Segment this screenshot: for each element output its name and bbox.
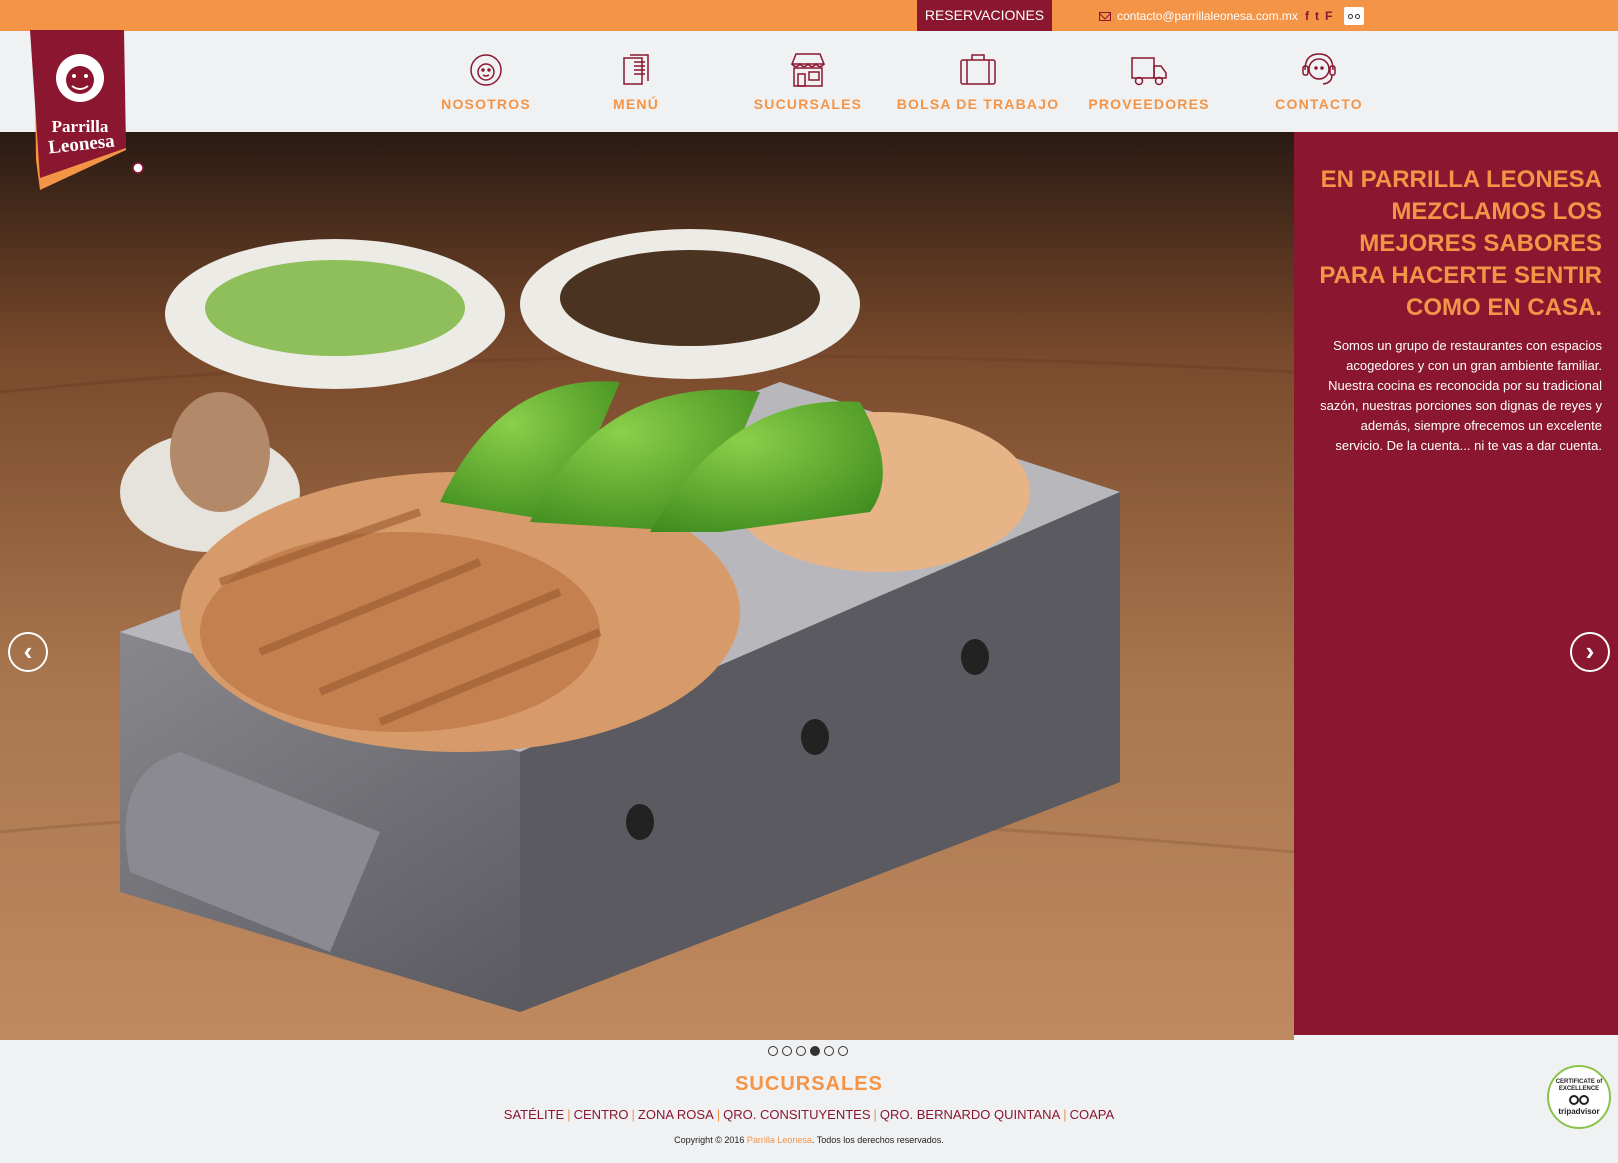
hero-slider: EN PARRILLA LEONESA MEZCLAMOS LOS MEJORE… [0,132,1618,1040]
contact-email-link[interactable]: contacto@parrillaleonesa.com.mx [1099,7,1298,25]
slider-dot[interactable] [768,1046,778,1056]
hero-info-panel: EN PARRILLA LEONESA MEZCLAMOS LOS MEJORE… [1294,132,1618,1035]
slider-dot[interactable] [782,1046,792,1056]
nav-item-sucursales[interactable]: SUCURSALES [743,50,873,120]
branch-link-centro[interactable]: CENTRO [574,1107,629,1122]
parrilla-leonesa-logo[interactable]: Parrilla Leonesa [30,30,148,190]
hero-description: Somos un grupo de restaurantes con espac… [1320,338,1602,453]
branches-list: SATÉLITE | CENTRO | ZONA ROSA | QRO. CONSITUYE… [503,1107,1115,1122]
hero-food-image [0,132,1294,1040]
slider-dot-active[interactable] [810,1046,820,1056]
tripadvisor-certificate-badge[interactable]: CERTIFICATE of EXCELLENCE tripadvisor [1547,1065,1611,1129]
social-links: f t F [1305,7,1365,25]
truck-icon [1131,57,1167,86]
top-bar: RESERVACIONES contacto@parrillaleonesa.c… [0,0,1618,31]
tripadvisor-wordmark: tripadvisor [1558,1106,1600,1116]
copyright-text: Copyright © 2016 Parrilla Leonesa. Todos… [0,1135,1618,1145]
foursquare-icon[interactable]: F [1325,9,1332,23]
contact-email-text[interactable]: contacto@parrillaleonesa.com.mx [1117,9,1298,23]
branch-link-qro-constituyentes[interactable]: QRO. CONSITUYENTES [723,1107,870,1122]
slider-next-button[interactable]: › [1570,632,1610,672]
copyright-suffix: . Todos los derechos reservados. [811,1135,944,1145]
slider-pagination [768,1046,848,1056]
reservations-button[interactable]: RESERVACIONES [917,0,1052,31]
facebook-icon[interactable]: f [1305,9,1309,23]
nav-label: NOSOTROS [441,96,531,112]
slider-prev-button[interactable]: ‹ [8,632,48,672]
branches-title: SUCURSALES [735,1073,883,1095]
lion-icon [470,54,502,86]
tripadvisor-owl-icon [1569,1094,1589,1105]
slider-dot[interactable] [796,1046,806,1056]
nav-label: PROVEEDORES [1088,96,1210,112]
briefcase-icon [960,54,996,85]
tripadvisor-icon[interactable] [1344,7,1365,25]
headset-icon [1302,53,1336,85]
slider-dot[interactable] [824,1046,834,1056]
copyright-prefix: Copyright © 2016 [674,1135,745,1145]
nav-item-bolsa-de-trabajo[interactable]: BOLSA DE TRABAJO [896,50,1060,120]
store-icon [790,53,826,87]
nav-label: CONTACTO [1275,96,1363,112]
nav-label: BOLSA DE TRABAJO [896,96,1060,112]
slider-dot[interactable] [838,1046,848,1056]
nav-item-menu[interactable]: MENÚ [571,50,701,120]
twitter-icon[interactable]: t [1315,9,1319,23]
nav-label: MENÚ [612,96,660,112]
nav-label: SUCURSALES [753,96,863,112]
copyright-brand-link[interactable]: Parrilla Leonesa [747,1135,812,1145]
nav-item-contacto[interactable]: CONTACTO [1254,50,1384,120]
branch-link-zona-rosa[interactable]: ZONA ROSA [638,1107,714,1122]
envelope-icon [1099,11,1111,21]
branch-link-satelite[interactable]: SATÉLITE [504,1107,564,1122]
certificate-text: CERTIFICATE of EXCELLENCE [1555,1078,1603,1092]
branch-link-coapa[interactable]: COAPA [1070,1107,1115,1122]
menu-icon [623,54,649,85]
nav-item-proveedores[interactable]: PROVEEDORES [1084,50,1214,120]
branch-link-qro-bernardo-quintana[interactable]: QRO. BERNARDO QUINTANA [880,1107,1060,1122]
hero-heading: EN PARRILLA LEONESA MEZCLAMOS LOS MEJORE… [1319,166,1602,321]
nav-item-nosotros[interactable]: NOSOTROS [421,50,551,120]
